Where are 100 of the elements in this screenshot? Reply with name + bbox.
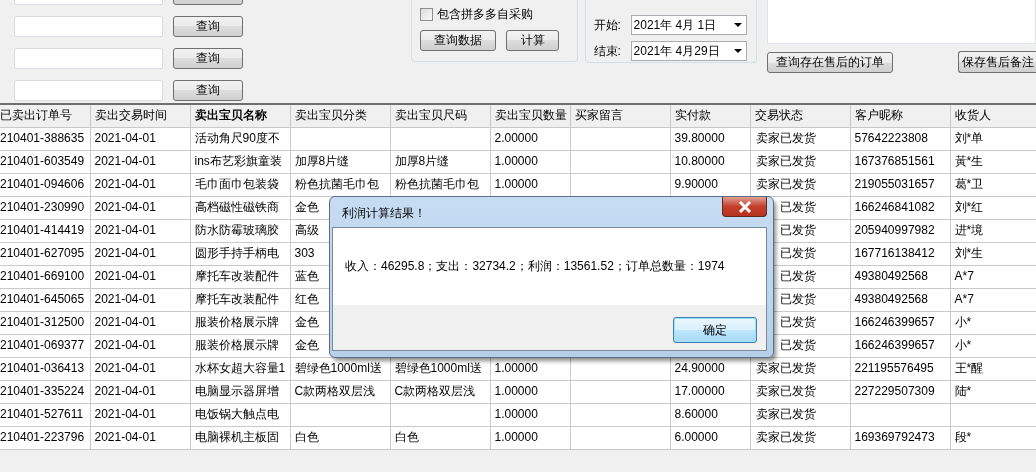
query-button[interactable]: 查询 <box>173 48 243 69</box>
table-cell: 摩托车改装配件 <box>190 265 290 288</box>
table-cell: 白色 <box>290 426 390 449</box>
table-cell: 电脑裸机主板固 <box>190 426 290 449</box>
table-cell: 2021-04-01 <box>90 150 190 173</box>
table-cell: 水杯女超大容量1 <box>190 357 290 380</box>
table-cell: 57642223808 <box>850 127 950 150</box>
table-cell: 卖家已发货 <box>750 380 850 403</box>
table-cell: C款两格双层浅 <box>290 380 390 403</box>
table-cell: 加厚8片缝 <box>390 150 490 173</box>
table-cell: 1.00000 <box>490 403 570 426</box>
table-cell: 1.00000 <box>490 150 570 173</box>
checkbox-label[interactable]: 包含拼多多自采购 <box>437 5 533 23</box>
caret-icon <box>733 49 742 53</box>
table-cell: 17.00000 <box>670 380 750 403</box>
table-cell: 服装价格展示牌 <box>190 334 290 357</box>
column-header[interactable]: 客户昵称 <box>850 104 950 127</box>
table-cell: 2021-04-01 <box>90 311 190 334</box>
table-cell: 49380492568 <box>850 288 950 311</box>
close-icon <box>737 200 752 213</box>
date-label: 结束: <box>593 42 622 60</box>
calculate-button[interactable]: 计算 <box>506 30 559 51</box>
table-cell: 2021-04-01 <box>90 196 190 219</box>
column-header[interactable]: 买家留言 <box>570 104 670 127</box>
table-cell: 49380492568 <box>850 265 950 288</box>
checkbox[interactable] <box>420 7 433 21</box>
column-header[interactable]: 已卖出订单号 <box>0 104 90 127</box>
table-cell: 防水防霉玻璃胶 <box>190 219 290 242</box>
table-cell: 210401-414419 <box>0 219 90 242</box>
query-after-sale-button[interactable]: 查询存在售后的订单 <box>767 52 893 73</box>
table-cell: 39.80000 <box>670 127 750 150</box>
table-cell: 2.00000 <box>490 127 570 150</box>
table-cell: 210401-627095 <box>0 242 90 265</box>
query-button[interactable]: 查询 <box>173 80 243 101</box>
table-cell: 210401-094606 <box>0 173 90 196</box>
table-cell: 6.00000 <box>670 426 750 449</box>
column-header[interactable]: 卖出宝贝数量 <box>490 104 570 127</box>
table-cell: 166246399657 <box>850 311 950 334</box>
table-cell: ins布艺彩旗童装 <box>190 150 290 173</box>
table-cell: 210401-645065 <box>0 288 90 311</box>
table-cell: 高档磁性磁铁商 <box>190 196 290 219</box>
table-cell: 205940997982 <box>850 219 950 242</box>
table-cell: 1.00000 <box>490 426 570 449</box>
table-cell: 169369792473 <box>850 426 950 449</box>
query-data-button[interactable]: 查询数据 <box>420 30 496 51</box>
table-cell: 白色 <box>390 426 490 449</box>
column-header[interactable]: 卖出宝贝尺码 <box>390 104 490 127</box>
table-cell: 卖家已发货 <box>750 127 850 150</box>
table-cell: C款两格双层浅 <box>390 380 490 403</box>
column-header[interactable]: 卖出宝贝名称 <box>190 104 290 127</box>
column-header[interactable]: 实付款 <box>670 104 750 127</box>
table-cell: 8.60000 <box>670 403 750 426</box>
table-cell: 2021-04-01 <box>90 357 190 380</box>
table-cell: 2021-04-01 <box>90 173 190 196</box>
table-cell: 圆形手持手柄电 <box>190 242 290 265</box>
column-header[interactable]: 卖出宝贝分类 <box>290 104 390 127</box>
date-label: 开始: <box>593 16 622 34</box>
column-header[interactable]: 收货人 <box>950 104 1036 127</box>
input-field[interactable] <box>14 48 163 69</box>
table-cell: 卖家已发货 <box>750 426 850 449</box>
table-cell: 210401-669100 <box>0 265 90 288</box>
ok-button[interactable]: 确定 <box>673 317 757 343</box>
table-cell: 221195576495 <box>850 357 950 380</box>
query-button[interactable]: 查询 <box>173 16 243 37</box>
table-cell: 210401-036413 <box>0 357 90 380</box>
column-header[interactable]: 交易状态 <box>750 104 850 127</box>
table-cell: 219055031657 <box>850 173 950 196</box>
note-field[interactable] <box>767 0 1036 44</box>
table-cell: 电饭锅大触点电 <box>190 403 290 426</box>
table-cell: 210401-388635 <box>0 127 90 150</box>
table-cell: 2021-04-01 <box>90 288 190 311</box>
table-cell: 加厚8片缝 <box>290 150 390 173</box>
table-cell: 210401-230990 <box>0 196 90 219</box>
table-cell: 210401-527611 <box>0 403 90 426</box>
table-cell: 210401-223796 <box>0 426 90 449</box>
table-cell: 2021-04-01 <box>90 403 190 426</box>
table-cell: 210401-312500 <box>0 311 90 334</box>
table-cell: 10.80000 <box>670 150 750 173</box>
table-cell: 2021-04-01 <box>90 242 190 265</box>
table-cell: 167376851561 <box>850 150 950 173</box>
table-cell: 卖家已发货 <box>750 150 850 173</box>
save-note-button[interactable]: 保存售后备注 <box>958 51 1036 73</box>
table-cell: 2021-04-01 <box>90 265 190 288</box>
table-cell: 服装价格展示牌 <box>190 311 290 334</box>
table-cell: 210401-603549 <box>0 150 90 173</box>
input-field[interactable] <box>14 16 163 37</box>
table-cell: 毛巾面巾包装袋 <box>190 173 290 196</box>
table-cell: 2021-04-01 <box>90 426 190 449</box>
table-cell: 166246841082 <box>850 196 950 219</box>
table-cell: 210401-335224 <box>0 380 90 403</box>
table-cell: 210401-069377 <box>0 334 90 357</box>
column-header[interactable]: 卖出交易时间 <box>90 104 190 127</box>
table-cell: 摩托车改装配件 <box>190 288 290 311</box>
table-cell: 卖家已发货 <box>750 403 850 426</box>
caret-icon <box>733 23 742 27</box>
input-field[interactable] <box>14 80 163 101</box>
date-picker[interactable]: 2021年 4月29日 <box>630 41 747 61</box>
close-button[interactable] <box>722 197 767 217</box>
table-cell: 2021-04-01 <box>90 380 190 403</box>
date-picker[interactable]: 2021年 4月 1日 <box>630 15 747 35</box>
